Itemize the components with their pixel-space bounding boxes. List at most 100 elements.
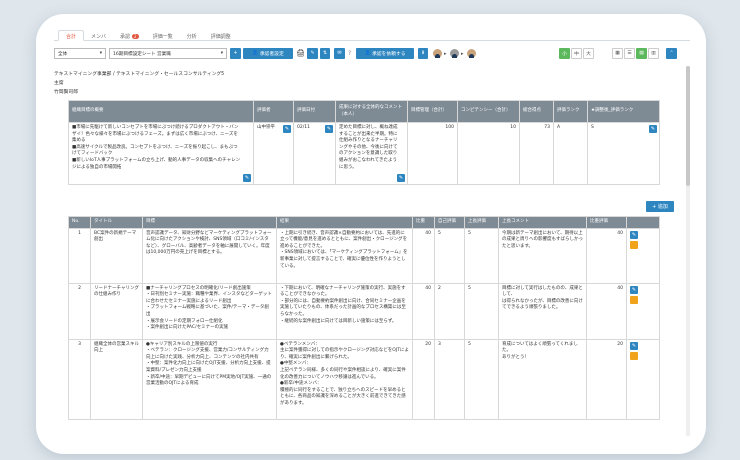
- header-goal: 目標: [142, 216, 277, 229]
- edit-icon[interactable]: ✎: [243, 174, 251, 182]
- tab-label: メンバ: [91, 34, 107, 40]
- row-weighted-eval: 20: [586, 338, 627, 420]
- tab-members[interactable]: メンバ: [84, 30, 113, 41]
- row-boss-comment: 育成についてはよく頑張ってくれました。 ありがとう！: [498, 338, 587, 420]
- table-row: 3 組織全体の営業スキル向上 ●キャリア別スキルの上限値の実行 ・ベテラン：クロ…: [68, 338, 660, 420]
- table-view-button[interactable]: ▤: [636, 48, 647, 59]
- header-comment: 成果に対する全体的なコメント（本人）: [335, 100, 408, 123]
- row-result: ・上期に引き続き、音声認識×自動要約においては、先進的に立って機能/意見を進める…: [276, 227, 413, 284]
- row-boss-comment: 今期は新テーマ創出において、期待以上の成果と周りへの影響度もすばらしかったと思い…: [498, 227, 587, 284]
- table-icon: ▤: [639, 51, 644, 56]
- add-icon-button[interactable]: +: [230, 48, 241, 59]
- scope-select[interactable]: 全体 ▾: [54, 48, 106, 59]
- sheet-select[interactable]: 16期目標設定シート 営業職 ▾: [109, 48, 227, 59]
- tab-evaluation-list[interactable]: 評価一覧: [146, 30, 180, 41]
- approval-request-button[interactable]: 👤 承認を依頼する: [356, 48, 414, 59]
- tab-bar: 合計 メンバ 承認 2 評価一覧 分析 評価調整: [54, 30, 690, 41]
- approver-settings-button[interactable]: 👤 承認者設定: [243, 48, 293, 59]
- columns-icon: ▥: [651, 51, 656, 56]
- tab-label: 承認: [120, 34, 131, 40]
- size-medium-label: 中: [574, 52, 579, 57]
- summary-row: ■市場に先駆けて新しいコンセプトを市場にぶつけ続けるプロダクトアウト・バンザイ！…: [68, 122, 660, 185]
- edit-icon[interactable]: ✎: [630, 230, 638, 239]
- add-goal-button[interactable]: + 追加: [646, 201, 674, 212]
- row-weighted-eval: 40: [586, 227, 627, 284]
- tab-analysis[interactable]: 分析: [180, 30, 204, 41]
- comment-cell: 定めた目標に対し、概ね達成することが出来た半期。特に仕組み作りとなるナーチャリン…: [335, 122, 408, 185]
- size-large-button[interactable]: 大: [583, 48, 594, 59]
- help-icon[interactable]: ?: [348, 50, 351, 57]
- scrollbar-thumb[interactable]: [686, 66, 690, 186]
- delete-icon[interactable]: [630, 296, 638, 305]
- table-row: 2 リードナーチャリングの仕組み作り ■ナーチャリングプロセスの明確化/リード創…: [68, 282, 660, 340]
- edit-toolbar-button[interactable]: ✎: [307, 48, 318, 59]
- edit-icon[interactable]: ✎: [397, 174, 405, 182]
- approval-count-badge: 2: [132, 34, 139, 39]
- vertical-scrollbar[interactable]: [686, 66, 690, 436]
- sort-icon: ⇅: [322, 51, 328, 56]
- row-weight: 40: [412, 282, 435, 340]
- row-self-eval: 5: [434, 227, 465, 284]
- row-weight: 20: [412, 338, 435, 420]
- row-boss-eval: 5: [464, 282, 499, 340]
- size-small-button[interactable]: 小: [559, 48, 570, 59]
- row-title: リードナーチャリングの仕組み作り: [90, 282, 143, 340]
- summary-header-row: 組織目標の概要 評価者 評価日付 成果に対する全体的なコメント（本人） 目標管理…: [68, 100, 660, 123]
- print-icon[interactable]: 🖨: [296, 49, 305, 57]
- header-weight: 比重: [412, 216, 435, 229]
- header-weighted-eval: 比重評価: [586, 216, 627, 229]
- row-self-eval: 2: [434, 282, 465, 340]
- approval-request-label: 承認を依頼する: [371, 52, 406, 57]
- tab-evaluation-adjustment[interactable]: 評価調整: [204, 30, 238, 41]
- mail-toolbar-button[interactable]: ✉: [334, 48, 345, 59]
- delete-icon[interactable]: [630, 352, 638, 361]
- delete-icon[interactable]: [630, 241, 638, 250]
- sort-toolbar-button[interactable]: ⇅: [320, 48, 330, 59]
- header-no: No.: [68, 216, 91, 229]
- edit-icon[interactable]: ✎: [325, 125, 333, 133]
- column-view-button[interactable]: ▥: [648, 48, 659, 59]
- self-comment-text: 定めた目標に対し、概ね達成することが出来た半期。特に仕組み作りとなるナーチャリン…: [339, 125, 398, 170]
- chevron-down-icon: ▾: [220, 51, 223, 56]
- edit-icon[interactable]: ✎: [283, 125, 291, 133]
- header-self-eval: 自己評価: [434, 216, 465, 229]
- size-medium-button[interactable]: 中: [571, 48, 582, 59]
- list-view-button[interactable]: ☰: [624, 48, 635, 59]
- collapse-button[interactable]: ⌃: [666, 48, 677, 59]
- header-result: 結果: [276, 216, 413, 229]
- grid-icon: ▦: [615, 51, 620, 56]
- employee-info: テキストマイニング事業部 / テキストマイニング・セールスコンサルティング5 主…: [54, 70, 224, 97]
- header-total: 総合得点: [519, 100, 554, 123]
- tab-total[interactable]: 合計: [58, 30, 85, 41]
- row-boss-eval: 5: [464, 227, 499, 284]
- row-no: 2: [68, 282, 91, 340]
- tab-approval[interactable]: 承認 2: [113, 30, 146, 41]
- plus-icon: +: [233, 51, 238, 56]
- edit-icon[interactable]: ✎: [649, 125, 657, 133]
- summary-table: 組織目標の概要 評価者 評価日付 成果に対する全体的なコメント（本人） 目標管理…: [68, 100, 660, 185]
- tab-label: 評価調整: [210, 34, 231, 40]
- avatar: [450, 49, 459, 58]
- scope-select-value: 全体: [58, 51, 68, 57]
- header-rank: 評価ランク: [553, 100, 588, 123]
- header-actions: [626, 216, 660, 229]
- tab-label: 分析: [186, 34, 197, 40]
- row-weighted-eval: 40: [586, 282, 627, 340]
- goal-header-row: No. タイトル 目標 結果 比重 自己評価 上長評価 上長コメント 比重評価: [68, 216, 660, 229]
- user-check-icon: 👤: [364, 51, 371, 56]
- size-small-label: 小: [562, 52, 567, 57]
- employee-name: 竹岡賢司郎: [54, 90, 78, 95]
- edit-icon[interactable]: ✎: [630, 341, 638, 350]
- header-boss-eval: 上長評価: [464, 216, 499, 229]
- chevron-up-icon: ⌃: [669, 51, 674, 56]
- approver-settings-label: 承認者設定: [259, 52, 284, 57]
- row-self-eval: 3: [434, 338, 465, 420]
- evaluator-name: 山中崇平: [257, 125, 275, 130]
- department-text: テキストマイニング事業部 / テキストマイニング・セールスコンサルティング5: [54, 72, 225, 77]
- edit-icon[interactable]: ✎: [630, 285, 638, 294]
- mail-icon: ✉: [337, 51, 342, 56]
- row-title: BC案件の新規テーマ創出: [90, 227, 143, 284]
- download-button[interactable]: ⬇: [418, 48, 428, 59]
- mbo-score: 100: [407, 122, 458, 185]
- grid-view-button[interactable]: ▦: [612, 48, 623, 59]
